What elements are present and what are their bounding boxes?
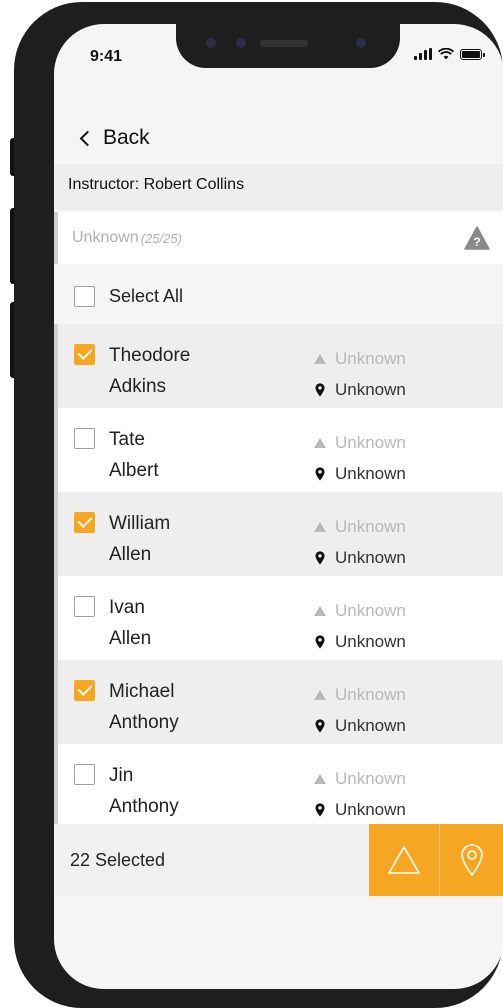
- student-row[interactable]: Ivan Allen Unknown Unknown: [58, 576, 503, 660]
- student-name: Jin Anthony: [109, 760, 179, 822]
- location-status: Unknown: [335, 716, 406, 735]
- location-status: Unknown: [335, 548, 406, 567]
- status-time: 9:41: [90, 48, 123, 65]
- student-row[interactable]: Theodore Adkins Unknown Unknown: [58, 324, 503, 408]
- filter-label: Unknown: [72, 229, 139, 246]
- attendance-status: Unknown: [335, 685, 406, 704]
- attendance-status: Unknown: [335, 349, 406, 368]
- student-last-name: Anthony: [109, 796, 179, 817]
- select-all-checkbox[interactable]: [74, 285, 95, 307]
- student-first-name: Ivan: [109, 597, 145, 618]
- student-name: Ivan Allen: [109, 592, 151, 654]
- phone-frame: 9:41 Back Instructor: Robert Collins Unk…: [14, 2, 503, 1008]
- student-first-name: Michael: [109, 681, 175, 702]
- student-checkbox[interactable]: [74, 680, 95, 701]
- student-last-name: Anthony: [109, 712, 179, 733]
- student-first-name: William: [109, 513, 171, 534]
- student-name: Michael Anthony: [109, 676, 179, 738]
- selected-count: 22 Selected: [70, 850, 166, 870]
- student-first-name: Theodore: [109, 345, 191, 366]
- student-status: Unknown Unknown: [314, 763, 406, 825]
- student-row[interactable]: Michael Anthony Unknown Unknown: [58, 660, 503, 744]
- attendance-status: Unknown: [335, 517, 406, 536]
- location-pin-icon: [315, 466, 325, 481]
- wifi-icon: [438, 48, 454, 60]
- front-camera: [356, 38, 366, 48]
- location-status: Unknown: [335, 464, 406, 483]
- student-row[interactable]: Jin Anthony Unknown Unknown: [58, 744, 503, 828]
- select-all-label: Select All: [109, 285, 184, 306]
- sensor-dot: [236, 38, 246, 48]
- student-checkbox[interactable]: [74, 428, 95, 449]
- back-label: Back: [103, 126, 150, 149]
- location-pin-icon: [315, 802, 325, 817]
- student-last-name: Adkins: [109, 376, 167, 397]
- student-row[interactable]: Tate Albert Unknown Unknown: [58, 408, 503, 492]
- status-triangle-icon: [314, 437, 326, 448]
- student-last-name: Allen: [109, 544, 152, 565]
- student-row[interactable]: William Allen Unknown Unknown: [58, 492, 503, 576]
- status-icons: [414, 48, 485, 60]
- warning-question-icon[interactable]: ?: [464, 226, 490, 250]
- student-status: Unknown Unknown: [314, 595, 406, 657]
- speaker-grille: [260, 40, 308, 47]
- filter-count: (25/25): [140, 230, 182, 246]
- student-name: Tate Albert: [109, 424, 159, 486]
- attendance-status: Unknown: [335, 433, 406, 452]
- student-first-name: Jin: [109, 765, 134, 786]
- location-pin-icon: [315, 718, 325, 733]
- location-status: Unknown: [335, 632, 406, 651]
- student-checkbox[interactable]: [74, 764, 95, 785]
- student-status: Unknown Unknown: [314, 511, 406, 573]
- set-status-button[interactable]: [369, 824, 439, 896]
- location-pin-icon: [315, 550, 325, 565]
- attendance-status: Unknown: [335, 601, 406, 620]
- student-list: Theodore Adkins Unknown Unknown Tate Albert Un…: [54, 324, 503, 828]
- status-triangle-icon: [314, 689, 326, 700]
- set-location-button[interactable]: [440, 824, 503, 896]
- status-triangle-icon: [314, 521, 326, 532]
- student-name: William Allen: [109, 508, 170, 570]
- status-triangle-icon: [314, 605, 326, 616]
- status-filter[interactable]: Unknown (25/25) ?: [54, 212, 503, 264]
- signal-icon: [414, 48, 432, 60]
- student-last-name: Allen: [109, 628, 152, 649]
- student-checkbox[interactable]: [74, 344, 95, 365]
- phone-notch: [176, 24, 400, 68]
- sensor-dot: [206, 38, 216, 48]
- select-all-row[interactable]: Select All: [54, 268, 503, 324]
- location-pin-icon: [315, 634, 325, 649]
- location-pin-icon: [461, 844, 483, 877]
- instructor-header: Instructor: Robert Collins: [54, 164, 503, 210]
- back-button[interactable]: Back: [78, 126, 150, 150]
- student-checkbox[interactable]: [74, 512, 95, 533]
- location-pin-icon: [315, 382, 325, 397]
- student-checkbox[interactable]: [74, 596, 95, 617]
- status-triangle-icon: [314, 773, 326, 784]
- student-last-name: Albert: [109, 460, 159, 481]
- phone-screen: 9:41 Back Instructor: Robert Collins Unk…: [54, 24, 503, 989]
- student-status: Unknown Unknown: [314, 427, 406, 489]
- location-status: Unknown: [335, 380, 406, 399]
- svg-text:?: ?: [473, 235, 480, 249]
- chevron-left-icon: [79, 130, 96, 146]
- student-status: Unknown Unknown: [314, 679, 406, 741]
- status-triangle-icon: [314, 353, 326, 364]
- attendance-status: Unknown: [335, 769, 406, 788]
- selection-footer: 22 Selected: [54, 824, 503, 896]
- student-first-name: Tate: [109, 429, 145, 450]
- student-name: Theodore Adkins: [109, 340, 190, 402]
- location-status: Unknown: [335, 800, 406, 819]
- warning-triangle-icon: [388, 846, 420, 874]
- student-status: Unknown Unknown: [314, 343, 406, 405]
- battery-icon: [460, 48, 485, 60]
